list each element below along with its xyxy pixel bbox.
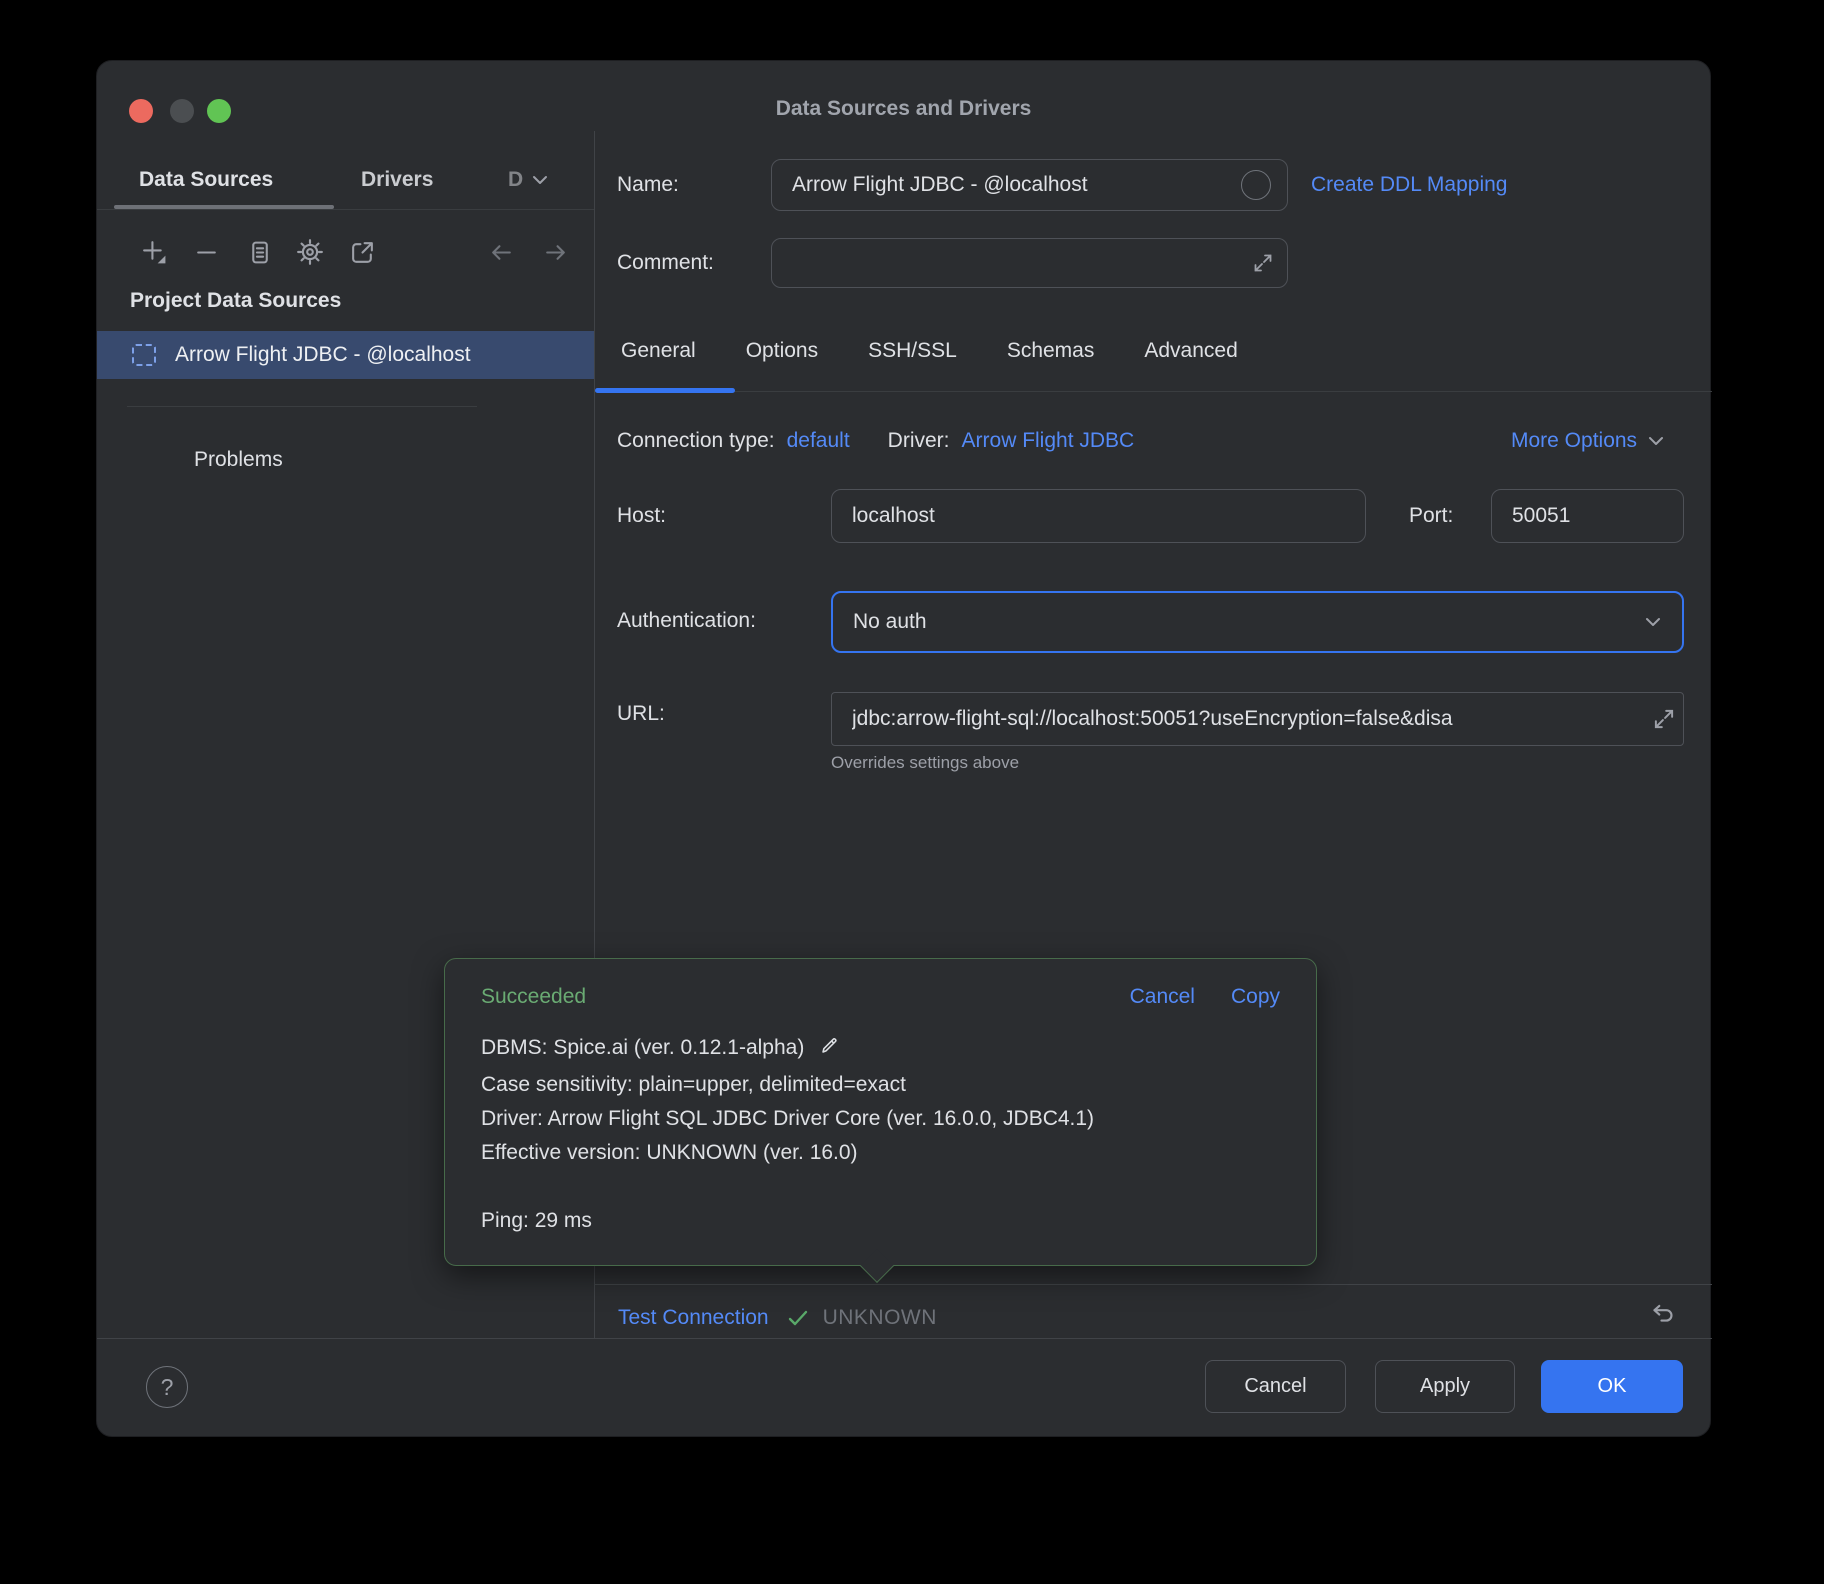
name-value: Arrow Flight JDBC - @localhost (792, 173, 1088, 197)
data-source-properties-button[interactable] (293, 235, 327, 269)
host-input[interactable]: localhost (831, 489, 1366, 543)
url-label: URL: (617, 702, 665, 726)
more-options-label[interactable]: More Options (1511, 429, 1637, 453)
tab-options[interactable]: Options (746, 339, 818, 363)
back-button[interactable] (484, 235, 518, 269)
popup-case-line: Case sensitivity: plain=upper, delimited… (481, 1068, 1280, 1102)
driver-value[interactable]: Arrow Flight JDBC (962, 429, 1135, 453)
popup-driver-line: Driver: Arrow Flight SQL JDBC Driver Cor… (481, 1102, 1280, 1136)
comment-input[interactable] (771, 238, 1288, 288)
ok-button[interactable]: OK (1541, 1360, 1683, 1413)
tab-ssh-ssl[interactable]: SSH/SSL (868, 339, 957, 363)
data-source-item-selected[interactable]: Arrow Flight JDBC - @localhost (97, 331, 594, 379)
help-button[interactable]: ? (146, 1366, 188, 1408)
forward-button[interactable] (538, 235, 572, 269)
status-row-divider (595, 1284, 1712, 1285)
create-ddl-mapping-link[interactable]: Create DDL Mapping (1311, 173, 1508, 197)
cancel-button[interactable]: Cancel (1205, 1360, 1346, 1413)
url-hint: Overrides settings above (831, 753, 1019, 773)
connection-type-row: Connection type: default Driver: Arrow F… (617, 429, 1134, 453)
expand-url-icon[interactable] (1649, 706, 1677, 738)
host-value: localhost (852, 504, 935, 528)
edit-version-icon[interactable] (818, 1034, 840, 1068)
tab-ddl-mappings-truncated[interactable]: D (508, 168, 523, 192)
sidebar-item-problems[interactable]: Problems (194, 448, 283, 472)
back-arrow-icon (488, 239, 515, 266)
remove-data-source-button[interactable] (189, 235, 223, 269)
name-color-indicator-icon[interactable] (1241, 170, 1271, 200)
forward-arrow-icon (542, 239, 569, 266)
question-mark-icon: ? (161, 1374, 174, 1401)
tab-data-sources[interactable]: Data Sources (139, 168, 273, 192)
comment-label: Comment: (617, 251, 714, 275)
add-icon (141, 239, 168, 266)
footer-divider (97, 1338, 1712, 1339)
popup-cancel-link[interactable]: Cancel (1130, 985, 1195, 1009)
test-connection-popup: Succeeded Cancel Copy DBMS: Spice.ai (ve… (444, 958, 1317, 1266)
tab-schemas[interactable]: Schemas (1007, 339, 1095, 363)
url-value: jdbc:arrow-flight-sql://localhost:50051?… (852, 707, 1453, 731)
export-icon (349, 239, 376, 266)
port-label: Port: (1409, 504, 1453, 528)
sidebar-list-divider (127, 406, 477, 407)
test-connection-link[interactable]: Test Connection (618, 1306, 769, 1330)
window-title: Data Sources and Drivers (97, 97, 1710, 121)
driver-label: Driver: (888, 429, 950, 453)
tab-general[interactable]: General (621, 339, 696, 363)
expand-comment-icon[interactable] (1251, 251, 1275, 281)
popup-dbms-line: DBMS: Spice.ai (ver. 0.12.1-alpha) (481, 1031, 1280, 1068)
authentication-select[interactable]: No auth (831, 591, 1684, 653)
gear-icon (296, 238, 324, 266)
duplicate-icon (246, 239, 273, 266)
tab-advanced[interactable]: Advanced (1144, 339, 1237, 363)
more-options[interactable]: More Options (1511, 429, 1667, 453)
port-value: 50051 (1512, 504, 1570, 528)
chevron-down-icon (1642, 611, 1664, 633)
tab-data-sources-active-indicator (114, 205, 334, 209)
project-data-sources-header: Project Data Sources (130, 289, 341, 313)
tab-general-active-indicator (595, 388, 735, 393)
settings-tabs: General Options SSH/SSL Schemas Advanced (621, 339, 1238, 363)
duplicate-button[interactable] (242, 235, 276, 269)
remove-icon (193, 239, 220, 266)
authentication-label: Authentication: (617, 609, 756, 633)
popup-pointer (860, 1249, 894, 1283)
status-row: Test Connection UNKNOWN (618, 1298, 937, 1338)
connection-type-value[interactable]: default (787, 429, 850, 453)
chevron-down-icon[interactable] (529, 169, 551, 191)
data-sources-dialog: Data Sources and Drivers Data Sources Dr… (96, 60, 1711, 1437)
check-icon (785, 1305, 811, 1331)
name-label: Name: (617, 173, 679, 197)
tabs-divider (595, 391, 1712, 392)
undo-icon (1648, 1300, 1676, 1328)
tab-drivers[interactable]: Drivers (361, 168, 433, 192)
connection-result-text: UNKNOWN (823, 1306, 937, 1330)
popup-version-line: Effective version: UNKNOWN (ver. 16.0) (481, 1136, 1280, 1170)
screen: Data Sources and Drivers Data Sources Dr… (0, 0, 1824, 1584)
connection-type-label: Connection type: (617, 429, 775, 453)
host-label: Host: (617, 504, 666, 528)
apply-button[interactable]: Apply (1375, 1360, 1515, 1413)
add-data-source-button[interactable] (137, 235, 171, 269)
data-source-item-label: Arrow Flight JDBC - @localhost (175, 343, 471, 367)
name-input[interactable]: Arrow Flight JDBC - @localhost (771, 159, 1288, 211)
url-input[interactable]: jdbc:arrow-flight-sql://localhost:50051?… (831, 692, 1684, 746)
popup-copy-link[interactable]: Copy (1231, 985, 1280, 1009)
data-source-icon (132, 344, 156, 366)
sidebar-tabstrip-border (97, 209, 594, 210)
popup-ping-line: Ping: 29 ms (481, 1204, 1280, 1238)
authentication-value: No auth (853, 610, 927, 634)
port-input[interactable]: 50051 (1491, 489, 1684, 543)
popup-status: Succeeded (481, 985, 586, 1009)
chevron-down-icon (1645, 430, 1667, 452)
revert-button[interactable] (1645, 1297, 1679, 1331)
open-in-editor-button[interactable] (345, 235, 379, 269)
